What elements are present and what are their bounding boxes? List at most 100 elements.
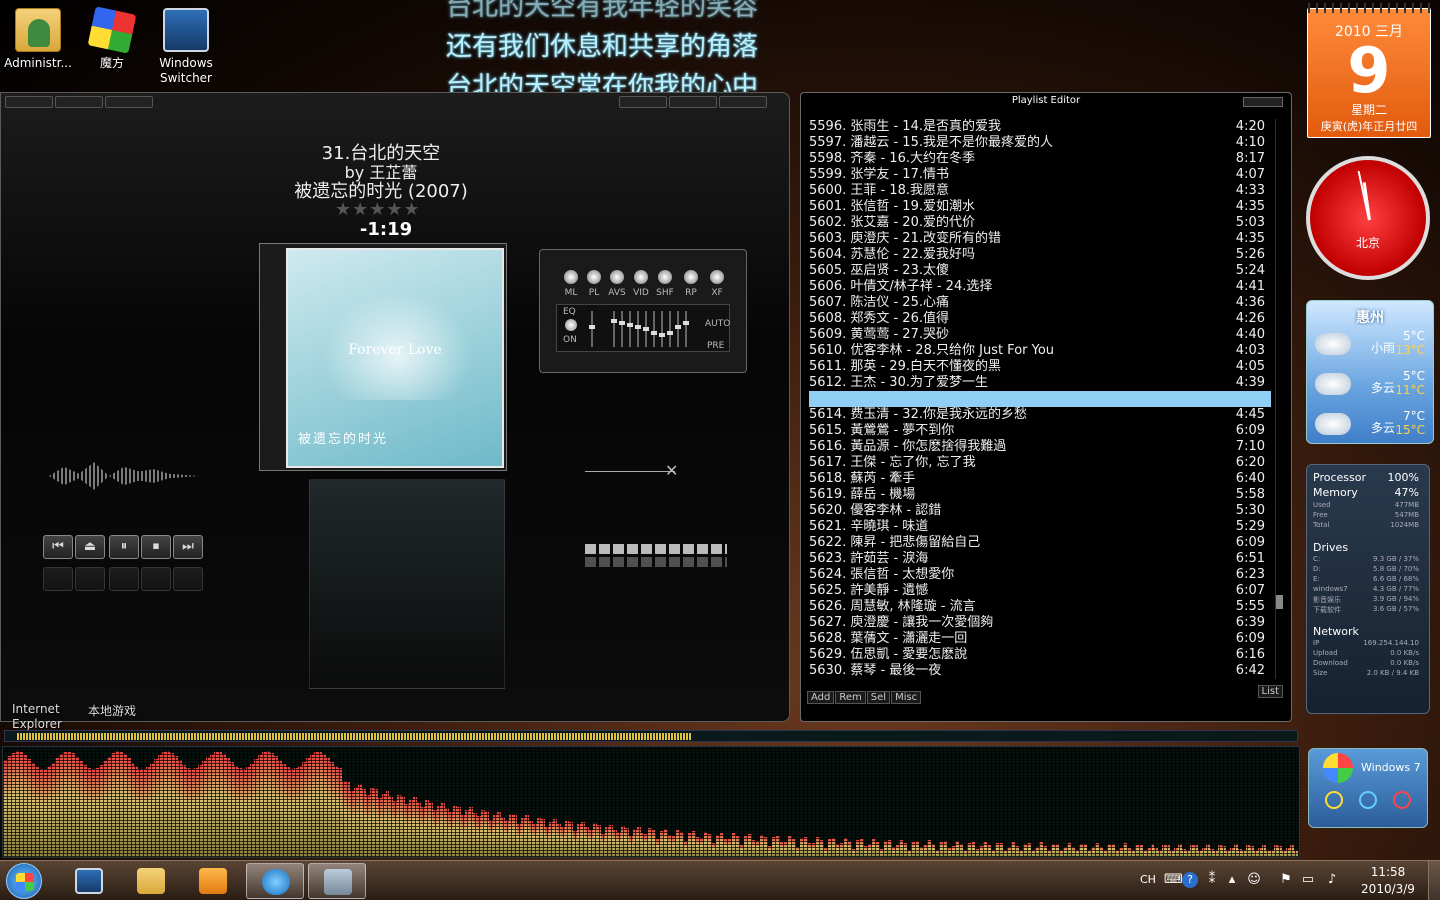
eq-band-slider[interactable]	[643, 311, 649, 347]
playlist-row[interactable]: 5607. 陈洁仪 - 25.心痛 4:36	[809, 295, 1271, 311]
clock-gadget[interactable]: 北京	[1306, 156, 1430, 280]
desktop-icon-administrator[interactable]: Administr...	[0, 8, 76, 71]
playlist-row[interactable]: 5604. 苏慧伦 - 22.爱我好吗 5:26	[809, 247, 1271, 263]
desktop-icon-local-games[interactable]: 本地游戏	[88, 702, 136, 719]
sleep-icon[interactable]	[1325, 791, 1343, 809]
playlist-row[interactable]: 5617. 王傑 - 忘了你, 忘了我 6:20	[809, 455, 1271, 471]
playlist-row[interactable]: 5609. 黄莺莺 - 27.哭砂 4:40	[809, 327, 1271, 343]
playlist-row[interactable]: 5614. 费玉清 - 32.你是我永远的乡愁 4:45	[809, 407, 1271, 423]
playlist-row-selected[interactable]	[809, 391, 1271, 407]
restart-icon[interactable]	[1359, 791, 1377, 809]
keyboard-icon[interactable]: ⌨	[1164, 872, 1183, 888]
language-indicator[interactable]: CH	[1140, 873, 1156, 886]
playlist-row[interactable]: 5629. 伍思凱 - 愛要怎麽說 6:16	[809, 647, 1271, 663]
eq-band-slider[interactable]	[667, 311, 673, 347]
volume-slider[interactable]	[585, 544, 727, 554]
eq-band-slider[interactable]	[675, 311, 681, 347]
playlist-row[interactable]: 5628. 葉蒨文 - 瀟灑走一回 6:09	[809, 631, 1271, 647]
playlist-row[interactable]: 5596. 张雨生 - 14.是否真的爱我 4:20	[809, 119, 1271, 135]
input-settings-icon[interactable]: ⁑	[1204, 872, 1220, 888]
playlist-row[interactable]: 5615. 黃鶯鶯 - 夢不到你 6:09	[809, 423, 1271, 439]
playlist-row[interactable]: 5627. 庾澄慶 - 讓我一次愛個夠 6:39	[809, 615, 1271, 631]
taskbar-app-internet-explorer[interactable]	[246, 863, 304, 899]
eq-band-slider[interactable]	[627, 311, 633, 347]
player-titlebar[interactable]	[1, 93, 789, 111]
titlebar-button[interactable]	[619, 96, 667, 108]
playlist-row[interactable]: 5605. 巫启贤 - 23.太傻 5:24	[809, 263, 1271, 279]
eject-button[interactable]: ⏏	[75, 535, 105, 559]
eq-preamp-slider[interactable]	[589, 311, 595, 347]
playlist-row[interactable]: 5606. 叶倩文/林子祥 - 24.选择 4:41	[809, 279, 1271, 295]
eq-pre-label[interactable]: PRE	[707, 341, 724, 351]
weather-gadget[interactable]: 惠州 小雨 5°C 13°C 多云 5°C 11°C 多云 7°C 15°C	[1306, 300, 1434, 444]
playlist-row[interactable]: 5623. 許茹芸 - 淚海 6:51	[809, 551, 1271, 567]
rating-stars[interactable]: ★★★★★	[335, 199, 421, 220]
playlist-row[interactable]: 5630. 蔡琴 - 最後一夜 6:42	[809, 663, 1271, 679]
playlist-close-button[interactable]	[1243, 97, 1283, 107]
eq-auto-label[interactable]: AUTO	[705, 319, 730, 329]
taskbar-app-media-player[interactable]	[184, 863, 242, 899]
xf-knob[interactable]	[710, 270, 724, 284]
titlebar-button[interactable]	[105, 96, 153, 108]
taskbar-app-winamp[interactable]	[308, 863, 366, 899]
playlist-row[interactable]: 5624. 張信哲 - 太想愛你 6:23	[809, 567, 1271, 583]
playlist-row[interactable]: 5601. 张信哲 - 19.爱如潮水 4:35	[809, 199, 1271, 215]
playlist-row[interactable]: 5616. 黃品源 - 你怎麽捨得我難過 7:10	[809, 439, 1271, 455]
playlist-scrollbar[interactable]	[1275, 119, 1283, 679]
playlist-row[interactable]: 5611. 那英 - 29.白天不懂夜的黑 4:05	[809, 359, 1271, 375]
playlist-row[interactable]: 5602. 张艾嘉 - 20.爱的代价 5:03	[809, 215, 1271, 231]
desktop-icon-windows-switcher[interactable]: Windows Switcher	[148, 8, 224, 86]
eq-band-slider[interactable]	[651, 311, 657, 347]
help-icon[interactable]: ?	[1182, 872, 1198, 888]
playlist-row[interactable]: 5618. 蘇芮 - 牽手 6:40	[809, 471, 1271, 487]
eq-band-slider[interactable]	[659, 311, 665, 347]
action-center-flag-icon[interactable]: ⚑	[1278, 872, 1294, 888]
playlist-row[interactable]: 5620. 優客李林 - 認錯 5:30	[809, 503, 1271, 519]
titlebar-button[interactable]	[719, 96, 767, 108]
progress-bar[interactable]	[4, 730, 1298, 742]
eq-band-slider[interactable]	[683, 311, 689, 347]
playlist-row[interactable]: 5612. 王杰 - 30.为了爱梦一生 4:39	[809, 375, 1271, 391]
system-monitor-gadget[interactable]: Processor 100% Memory 47% Used 477MB Free 54…	[1306, 464, 1430, 714]
playlist-row[interactable]: 5619. 薛岳 - 機場 5:58	[809, 487, 1271, 503]
taskbar-clock[interactable]: 11:58 2010/3/9	[1356, 864, 1420, 898]
next-button[interactable]: ⏭	[173, 535, 203, 559]
eq-band-slider[interactable]	[635, 311, 641, 347]
scrollbar-thumb[interactable]	[1276, 595, 1283, 609]
playlist-row[interactable]: 5610. 优客李林 - 28.只给你 Just For You 4:03	[809, 343, 1271, 359]
avs-knob[interactable]	[610, 270, 624, 284]
vid-knob[interactable]	[634, 270, 648, 284]
playlist-row[interactable]: 5603. 庾澄庆 - 21.改变所有的错 4:35	[809, 231, 1271, 247]
add-button[interactable]: Add	[807, 691, 835, 704]
show-desktop-button[interactable]	[1428, 861, 1440, 900]
titlebar-button[interactable]	[55, 96, 103, 108]
playlist-row[interactable]: 5608. 郑秀文 - 26.值得 4:26	[809, 311, 1271, 327]
desktop-icon-mofang[interactable]: 魔方	[74, 6, 150, 71]
titlebar-button[interactable]	[5, 96, 53, 108]
network-icon[interactable]: ▭	[1300, 872, 1316, 888]
previous-button[interactable]: ⏮	[43, 535, 73, 559]
taskbar-app-explorer[interactable]	[122, 863, 180, 899]
balance-handle-icon[interactable]: ✕	[665, 461, 678, 480]
qq-icon[interactable]: ☺	[1246, 872, 1262, 888]
titlebar-button[interactable]	[669, 96, 717, 108]
start-button[interactable]	[6, 863, 42, 899]
misc-button[interactable]: Misc	[891, 691, 922, 704]
eq-on-toggle[interactable]	[565, 319, 577, 331]
playlist-row[interactable]: 5626. 周慧敏, 林隆璇 - 流言 5:55	[809, 599, 1271, 615]
pl-knob[interactable]	[587, 270, 601, 284]
taskbar-app-windows-switcher[interactable]	[60, 863, 118, 899]
playlist-row[interactable]: 5598. 齐秦 - 16.大约在冬季 8:17	[809, 151, 1271, 167]
eq-band-slider[interactable]	[619, 311, 625, 347]
playlist-row[interactable]: 5622. 陳昇 - 把悲傷留給自己 6:09	[809, 535, 1271, 551]
calendar-gadget[interactable]: 2010 三月 9 星期二 庚寅(虎)年正月廿四	[1307, 3, 1431, 138]
ml-knob[interactable]	[564, 270, 578, 284]
playlist-row[interactable]: 5600. 王菲 - 18.我愿意 4:33	[809, 183, 1271, 199]
desktop-icon-internet-explorer[interactable]: Internet Explorer	[12, 702, 82, 732]
balance-slider[interactable]	[585, 471, 675, 472]
pause-button[interactable]: ⏸	[109, 535, 139, 559]
select-button[interactable]: Sel	[866, 691, 891, 704]
playlist-row[interactable]: 5599. 张学友 - 17.情书 4:07	[809, 167, 1271, 183]
time-remaining[interactable]: -1:19	[321, 219, 451, 240]
volume-icon[interactable]: ♪	[1324, 872, 1340, 888]
